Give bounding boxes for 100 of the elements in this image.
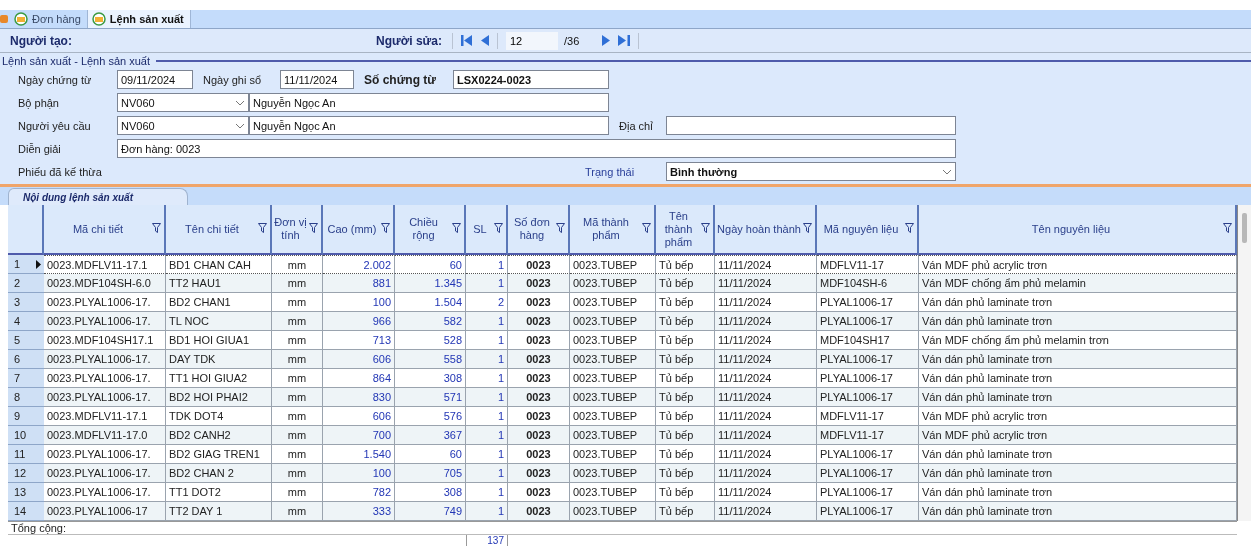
row-number[interactable]: 9 (8, 407, 44, 426)
address-field[interactable] (666, 116, 956, 135)
table-cell: 0023.TUBEP (570, 369, 656, 388)
field-label: Diễn giải (17, 142, 62, 155)
table-cell: Ván MDF chống ẩm phủ melamin (919, 274, 1237, 293)
filter-icon[interactable] (494, 223, 503, 233)
table-cell: TT2 DAY 1 (166, 502, 272, 521)
tab[interactable]: Lệnh sản xuất (87, 10, 191, 28)
row-number[interactable]: 10 (8, 426, 44, 445)
grid-tab[interactable]: Nội dung lệnh sản xuất (8, 188, 188, 205)
table-cell: 1 (466, 369, 508, 388)
filter-icon[interactable] (642, 223, 651, 233)
filter-icon[interactable] (803, 223, 812, 233)
row-number[interactable]: 8 (8, 388, 44, 407)
previous-icon (481, 35, 489, 46)
row-number[interactable]: 1 (8, 255, 44, 274)
tab[interactable]: Đơn hàng (10, 10, 88, 28)
column-header[interactable]: Mã thành phẩm (570, 205, 656, 255)
table-cell: MDF104SH-6 (817, 274, 919, 293)
table-cell: PLYAL1006-17 (817, 445, 919, 464)
chevron-icon (235, 122, 245, 129)
table-cell: PLYAL1006-17 (817, 388, 919, 407)
table-cell: 11/11/2024 (715, 255, 817, 274)
table-cell: 0023.PLYAL1006-17. (44, 350, 166, 369)
table-cell: 0023.TUBEP (570, 388, 656, 407)
table-cell: Ván dán phủ laminate trơn (919, 464, 1237, 483)
record-field[interactable]: 12 (506, 31, 558, 50)
table-cell: 60 (395, 445, 466, 464)
table-cell: Tủ bếp (656, 388, 715, 407)
column-header[interactable]: Tên chi tiết (166, 205, 272, 255)
filter-icon[interactable] (1223, 223, 1232, 233)
column-header[interactable]: Số đơn hàng (508, 205, 570, 255)
requester-name-field[interactable]: Nguyễn Ngọc An (249, 116, 609, 135)
column-header[interactable]: Mã chi tiết (44, 205, 166, 255)
filter-icon[interactable] (309, 223, 318, 233)
table-cell: 308 (395, 369, 466, 388)
table-cell: 558 (395, 350, 466, 369)
filter-icon[interactable] (152, 223, 161, 233)
table-cell: Tủ bếp (656, 464, 715, 483)
section-title: Lệnh sản xuất - Lệnh sản xuất (2, 55, 150, 67)
table-cell: mm (272, 502, 323, 521)
column-header[interactable]: Tên thành phẩm (656, 205, 715, 255)
table-cell: PLYAL1006-17 (817, 312, 919, 331)
table-cell: mm (272, 445, 323, 464)
document-number-field[interactable]: LSX0224-0023 (453, 70, 609, 89)
filter-icon[interactable] (258, 223, 267, 233)
header-corner (8, 205, 44, 255)
table-cell: 528 (395, 331, 466, 350)
column-header[interactable]: Mã nguyên liệu (817, 205, 919, 255)
table-cell: Ván dán phủ laminate trơn (919, 312, 1237, 331)
row-number[interactable]: 12 (8, 464, 44, 483)
row-number[interactable]: 14 (8, 502, 44, 521)
status-dropdown[interactable]: Bình thường (666, 162, 956, 181)
creator-label: Người tạo: (10, 33, 73, 48)
row-number[interactable]: 13 (8, 483, 44, 502)
table-cell: mm (272, 483, 323, 502)
column-header[interactable]: Tên nguyên liệu (919, 205, 1237, 255)
column-header[interactable]: SL (466, 205, 508, 255)
filter-icon[interactable] (905, 223, 914, 233)
filter-icon[interactable] (452, 223, 461, 233)
table-cell: 1.345 (395, 274, 466, 293)
filter-icon[interactable] (381, 223, 390, 233)
table-cell: Ván dán phủ laminate trơn (919, 483, 1237, 502)
date-field[interactable]: 09/11/2024 (117, 70, 193, 89)
table-cell: 571 (395, 388, 466, 407)
row-number[interactable]: 2 (8, 274, 44, 293)
field-label: Ngày chứng từ (17, 73, 93, 86)
row-number[interactable]: 6 (8, 350, 44, 369)
filter-icon[interactable] (701, 223, 710, 233)
row-number[interactable]: 4 (8, 312, 44, 331)
table-cell: Tủ bếp (656, 293, 715, 312)
table-cell: 0023 (508, 407, 570, 426)
column-header[interactable]: Cao (mm) (323, 205, 395, 255)
scrollbar[interactable] (1237, 205, 1251, 521)
table-cell: mm (272, 350, 323, 369)
requester-code-dropdown[interactable]: NV060 (117, 116, 249, 135)
column-header[interactable]: Ngày hoàn thành (715, 205, 817, 255)
column-header[interactable]: Đơn vị tính (272, 205, 323, 255)
filter-icon[interactable] (556, 223, 565, 233)
row-number[interactable]: 7 (8, 369, 44, 388)
table-cell: Tủ bếp (656, 426, 715, 445)
row-number[interactable]: 5 (8, 331, 44, 350)
table-cell: 0023.PLYAL1006-17. (44, 483, 166, 502)
table-cell: 1 (466, 331, 508, 350)
table-cell: 11/11/2024 (715, 274, 817, 293)
department-name-field[interactable]: Nguyễn Ngọc An (249, 93, 609, 112)
table-cell: 1 (466, 464, 508, 483)
table-cell: BD2 CANH2 (166, 426, 272, 445)
table-cell: Tủ bếp (656, 445, 715, 464)
date-field[interactable]: 11/11/2024 (280, 70, 354, 89)
table-cell: 830 (323, 388, 395, 407)
table-cell: 782 (323, 483, 395, 502)
row-number[interactable]: 11 (8, 445, 44, 464)
table-cell: 0023 (508, 426, 570, 445)
table-cell: 100 (323, 293, 395, 312)
column-header[interactable]: Chiều rộng (395, 205, 466, 255)
department-code-dropdown[interactable]: NV060 (117, 93, 249, 112)
table-cell: 0023.TUBEP (570, 331, 656, 350)
description-field[interactable]: Đơn hàng: 0023 (117, 139, 956, 158)
row-number[interactable]: 3 (8, 293, 44, 312)
